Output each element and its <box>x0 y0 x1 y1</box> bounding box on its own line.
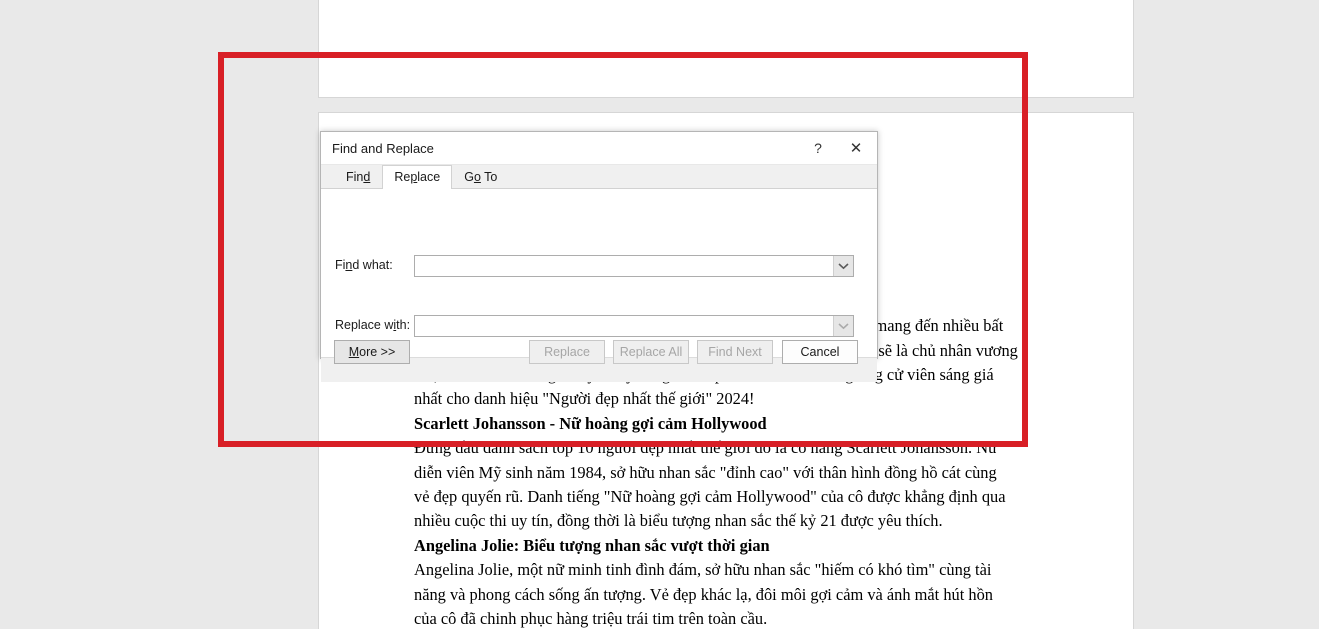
tab-find[interactable]: Find <box>334 165 382 189</box>
replace-button[interactable]: Replace <box>529 340 605 364</box>
tab-replace[interactable]: Replace <box>382 165 453 189</box>
document-line: nhất cho danh hiệu "Người đẹp nhất thế g… <box>414 389 755 409</box>
document-line: Angelina Jolie: Biểu tượng nhan sắc vượt… <box>414 535 770 555</box>
document-line: Angelina Jolie, một nữ minh tinh đình đá… <box>414 560 992 580</box>
document-line: vẻ đẹp quyến rũ. Danh tiếng "Nữ hoàng gợ… <box>414 487 1006 507</box>
help-icon[interactable]: ? <box>801 132 835 164</box>
dialog-tab-strip: Find Replace Go To <box>321 165 877 189</box>
document-line: Scarlett Johansson - Nữ hoàng gợi cảm Ho… <box>414 413 767 433</box>
document-line: diễn viên Mỹ sinh năm 1984, sở hữu nhan … <box>414 462 997 482</box>
replace-all-button[interactable]: Replace All <box>613 340 689 364</box>
cancel-button[interactable]: Cancel <box>782 340 858 364</box>
more-button[interactable]: More >> <box>334 340 410 364</box>
document-page-previous <box>318 0 1134 98</box>
dialog-footer: More >> Replace Replace All Find Next Ca… <box>321 340 877 382</box>
replace-with-label: Replace with: <box>335 318 411 332</box>
document-line: năng và phong cách sống ấn tượng. Vẻ đẹp… <box>414 584 993 604</box>
app-root: i gợi sự tò mò và tranhngười đẹp nhất th… <box>0 0 1319 629</box>
dialog-title: Find and Replace <box>332 141 434 156</box>
dialog-body: Find what: Replace with: <box>321 189 877 358</box>
find-what-input[interactable] <box>415 256 833 276</box>
find-what-combobox[interactable] <box>414 255 854 277</box>
close-icon[interactable]: ✕ <box>839 132 873 164</box>
find-what-label: Find what: <box>335 258 393 272</box>
document-line: Đứng đầu danh sách top 10 người đẹp nhất… <box>414 438 997 458</box>
dialog-title-bar: Find and Replace ? ✕ <box>321 132 877 165</box>
find-and-replace-dialog: Find and Replace ? ✕ Find Replace Go To Fi… <box>320 131 878 382</box>
document-line: của cô đã chinh phục hàng triệu trái tim… <box>414 609 768 629</box>
document-line: nhiều cuộc thi uy tín, đồng thời là biểu… <box>414 511 943 531</box>
tab-go-to[interactable]: Go To <box>452 165 509 189</box>
chevron-down-icon[interactable] <box>833 256 853 276</box>
chevron-down-icon[interactable] <box>833 316 853 336</box>
replace-with-input[interactable] <box>415 316 833 336</box>
find-next-button[interactable]: Find Next <box>697 340 773 364</box>
replace-with-combobox[interactable] <box>414 315 854 337</box>
